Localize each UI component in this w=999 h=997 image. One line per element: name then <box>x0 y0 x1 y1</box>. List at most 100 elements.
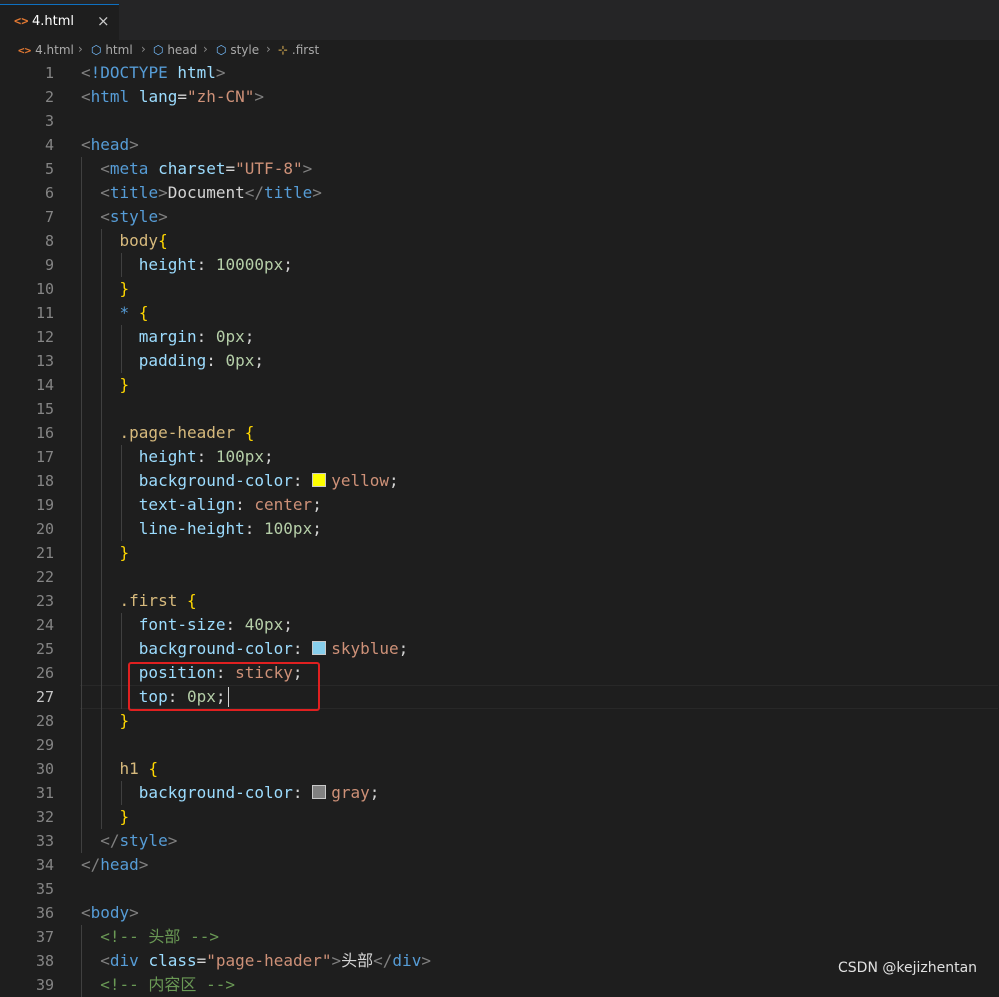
element-icon: ⬡ <box>216 43 227 57</box>
code-text: height: 100px; <box>138 447 274 466</box>
code-line[interactable]: 30 h1 { <box>0 757 999 781</box>
code-text: padding: 0px; <box>138 351 265 370</box>
code-line[interactable]: 32 } <box>0 805 999 829</box>
code-text: </head> <box>81 855 149 874</box>
breadcrumb-item-selector[interactable]: ⊹ .first <box>278 43 319 57</box>
code-editor[interactable]: 1 <!DOCTYPE html> 2 <html lang="zh-CN"> 3 4 <h… <box>0 61 999 997</box>
close-icon[interactable]: × <box>97 12 110 30</box>
line-number: 9 <box>44 256 54 274</box>
code-text: h1 { <box>119 759 159 778</box>
line-number: 1 <box>44 64 54 82</box>
line-number: 2 <box>44 88 54 106</box>
color-swatch-icon[interactable] <box>312 473 327 487</box>
code-line[interactable]: 15 <box>0 397 999 421</box>
code-text: <meta charset="UTF-8"> <box>100 159 313 178</box>
code-line[interactable]: 31 background-color: gray; <box>0 781 999 805</box>
code-text: } <box>119 807 130 826</box>
code-line[interactable]: 19 text-align: center; <box>0 493 999 517</box>
color-swatch-icon[interactable] <box>312 641 327 655</box>
code-line[interactable]: 17 height: 100px; <box>0 445 999 469</box>
code-line[interactable]: 21 } <box>0 541 999 565</box>
code-text: font-size: 40px; <box>138 615 293 634</box>
line-number: 21 <box>35 544 54 562</box>
line-number: 31 <box>35 784 54 802</box>
line-number: 34 <box>35 856 54 874</box>
html-file-icon: <> <box>14 14 29 28</box>
code-text: background-color: yellow; <box>138 471 399 490</box>
code-line[interactable]: 4 <head> <box>0 133 999 157</box>
code-line[interactable]: 3 <box>0 109 999 133</box>
code-line[interactable]: 14 } <box>0 373 999 397</box>
line-number: 26 <box>35 664 54 682</box>
code-text: background-color: gray; <box>138 783 380 802</box>
line-number: 16 <box>35 424 54 442</box>
code-text: <!-- 头部 --> <box>100 927 219 946</box>
code-line[interactable]: 24 font-size: 40px; <box>0 613 999 637</box>
line-number: 25 <box>35 640 54 658</box>
tab-4-html[interactable]: <> 4.html × <box>0 4 119 40</box>
selector-icon: ⊹ <box>278 43 289 57</box>
code-line[interactable]: 10 } <box>0 277 999 301</box>
code-line[interactable]: 20 line-height: 100px; <box>0 517 999 541</box>
line-number: 28 <box>35 712 54 730</box>
line-number: 10 <box>35 280 54 298</box>
breadcrumb-item-html[interactable]: ⬡ html <box>91 43 133 57</box>
line-number: 29 <box>35 736 54 754</box>
code-line[interactable]: 34 </head> <box>0 853 999 877</box>
line-number: 17 <box>35 448 54 466</box>
code-line[interactable]: 39 <!-- 内容区 --> <box>0 973 999 997</box>
line-number: 6 <box>44 184 54 202</box>
code-text: <body> <box>81 903 139 922</box>
code-text: .first { <box>119 591 197 610</box>
color-swatch-icon[interactable] <box>312 785 327 799</box>
code-text: <div class="page-header">头部</div> <box>100 951 431 970</box>
tab-label: 4.html <box>32 14 75 29</box>
line-number: 39 <box>35 976 54 994</box>
code-text: <head> <box>81 135 139 154</box>
code-text: } <box>119 543 130 562</box>
line-number: 12 <box>35 328 54 346</box>
annotation-box <box>128 662 320 711</box>
line-number: 36 <box>35 904 54 922</box>
code-line[interactable]: 11 * { <box>0 301 999 325</box>
code-line[interactable]: 25 background-color: skyblue; <box>0 637 999 661</box>
code-line[interactable]: 2 <html lang="zh-CN"> <box>0 85 999 109</box>
element-icon: ⬡ <box>153 43 164 57</box>
code-line[interactable]: 13 padding: 0px; <box>0 349 999 373</box>
code-text: } <box>119 279 130 298</box>
html-file-icon: <> <box>18 44 32 57</box>
line-number: 37 <box>35 928 54 946</box>
code-line[interactable]: 22 <box>0 565 999 589</box>
code-line[interactable]: 7 <style> <box>0 205 999 229</box>
code-line[interactable]: 18 background-color: yellow; <box>0 469 999 493</box>
breadcrumb-item-head[interactable]: ⬡ head <box>153 43 197 57</box>
code-line[interactable]: 36 <body> <box>0 901 999 925</box>
line-number: 33 <box>35 832 54 850</box>
line-number: 23 <box>35 592 54 610</box>
code-line[interactable]: 6 <title>Document</title> <box>0 181 999 205</box>
line-number: 5 <box>44 160 54 178</box>
line-number: 32 <box>35 808 54 826</box>
code-line[interactable]: 1 <!DOCTYPE html> <box>0 61 999 85</box>
line-number: 8 <box>44 232 54 250</box>
code-line[interactable]: 8 body{ <box>0 229 999 253</box>
code-text: <title>Document</title> <box>100 183 322 202</box>
code-line[interactable]: 23 .first { <box>0 589 999 613</box>
breadcrumb-item-style[interactable]: ⬡ style <box>216 43 259 57</box>
line-number: 15 <box>35 400 54 418</box>
code-text: <style> <box>100 207 168 226</box>
code-line[interactable]: 16 .page-header { <box>0 421 999 445</box>
code-text: margin: 0px; <box>138 327 255 346</box>
code-text: <!DOCTYPE html> <box>81 63 226 82</box>
code-line[interactable]: 5 <meta charset="UTF-8"> <box>0 157 999 181</box>
code-line[interactable]: 12 margin: 0px; <box>0 325 999 349</box>
code-line[interactable]: 37 <!-- 头部 --> <box>0 925 999 949</box>
code-line[interactable]: 29 <box>0 733 999 757</box>
code-text: * { <box>119 303 149 322</box>
code-line[interactable]: 33 </style> <box>0 829 999 853</box>
code-line[interactable]: 28 } <box>0 709 999 733</box>
code-line[interactable]: 35 <box>0 877 999 901</box>
chevron-right-icon: › <box>203 42 208 56</box>
breadcrumb-item-file[interactable]: <> 4.html <box>18 43 74 57</box>
code-line[interactable]: 9 height: 10000px; <box>0 253 999 277</box>
